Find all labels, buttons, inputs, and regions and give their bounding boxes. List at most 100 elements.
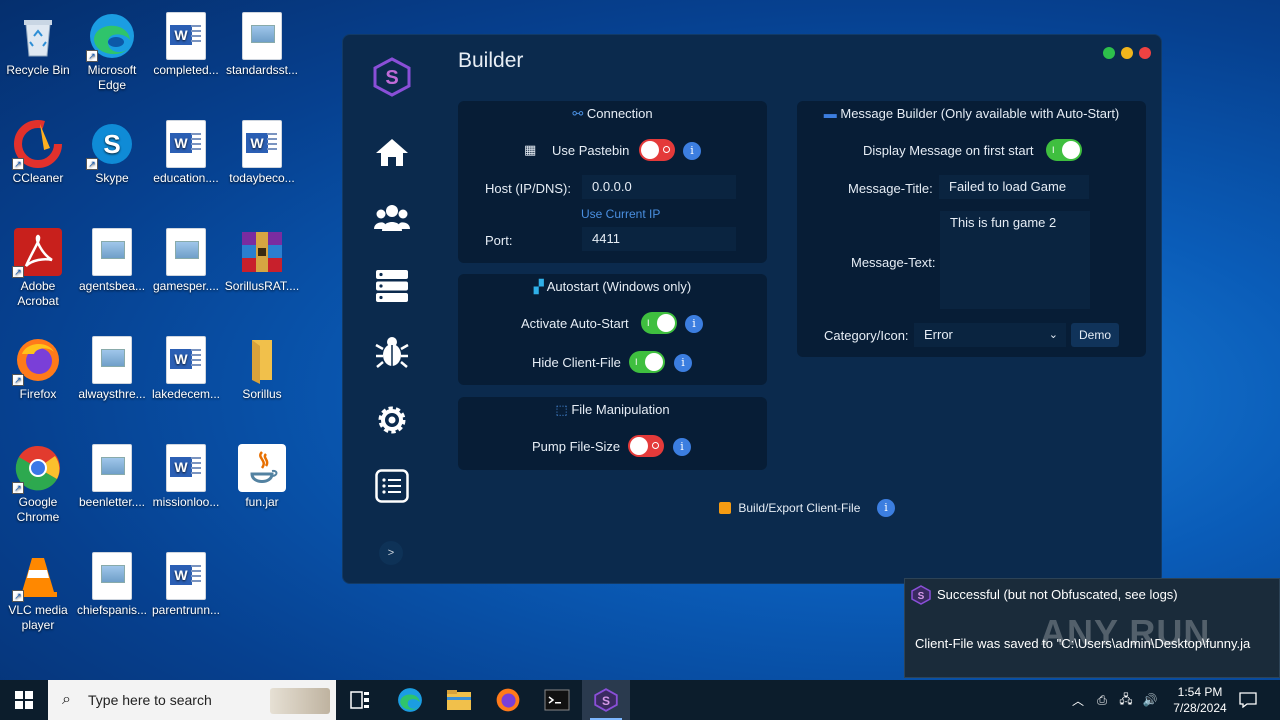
ccleaner-icon: ↗ xyxy=(12,120,62,170)
java-jar-icon xyxy=(238,444,286,492)
volume-icon[interactable]: 🔊 xyxy=(1140,680,1160,720)
desktop-icon-chiefspanis[interactable]: chiefspanis... xyxy=(74,546,150,618)
build-info-icon[interactable]: i xyxy=(877,499,895,517)
port-label: Port: xyxy=(485,233,513,248)
desktop-icon-microsoft-edge[interactable]: ↗ Microsoft Edge xyxy=(74,6,150,93)
desktop-icon-vlc[interactable]: ↗ VLC media player xyxy=(0,546,76,633)
chevron-down-icon: ⌄ xyxy=(1048,329,1058,341)
start-button[interactable] xyxy=(0,680,48,720)
nav-settings[interactable] xyxy=(373,401,411,439)
folder-icon xyxy=(238,336,286,384)
desktop-icon-todaybeco[interactable]: W todaybeco... xyxy=(224,114,300,186)
task-view-button[interactable] xyxy=(336,680,384,720)
message-builder-title: ▬ Message Builder (Only available with A… xyxy=(823,106,1120,121)
shortcut-arrow-icon: ↗ xyxy=(12,158,24,170)
taskbar-search-box[interactable]: ⌕ Type here to search xyxy=(48,680,336,720)
message-title-input[interactable]: Failed to load Game xyxy=(939,175,1089,199)
taskbar-firefox[interactable] xyxy=(484,680,532,720)
nav-servers[interactable] xyxy=(373,267,411,305)
desktop-icon-alwaysthre[interactable]: alwaysthre... xyxy=(74,330,150,402)
close-button[interactable] xyxy=(1139,47,1151,59)
folder-icon xyxy=(447,690,471,710)
taskbar-edge[interactable] xyxy=(386,680,434,720)
desktop-icon-ccleaner[interactable]: ↗ CCleaner xyxy=(0,114,76,186)
shortcut-arrow-icon: ↗ xyxy=(12,590,24,602)
image-file-icon xyxy=(92,444,132,492)
network-icon[interactable]: 🖧 xyxy=(1116,680,1136,720)
nav-logs[interactable] xyxy=(373,467,411,505)
notifications-icon[interactable] xyxy=(1232,680,1264,720)
nav-builder[interactable] xyxy=(373,333,411,371)
build-export-button[interactable]: Build/Export Client-File xyxy=(719,500,860,516)
pump-info-icon[interactable]: i xyxy=(673,438,691,456)
message-text-area[interactable]: This is fun game 2 xyxy=(940,211,1090,309)
taskbar-clock[interactable]: 1:54 PM 7/28/2024 xyxy=(1160,684,1240,716)
maximize-button[interactable] xyxy=(1103,47,1115,59)
app-logo-icon: S xyxy=(373,57,411,97)
server-stack-icon xyxy=(376,270,408,302)
use-pastebin-toggle[interactable] xyxy=(639,139,675,161)
list-icon xyxy=(375,469,409,503)
desktop-icon-standardsst[interactable]: standardsst... xyxy=(224,6,300,78)
desktop-icon-label: Adobe Acrobat xyxy=(17,279,59,308)
hide-file-info-icon[interactable]: i xyxy=(674,354,692,372)
desktop-icon-gamesper[interactable]: gamesper.... xyxy=(148,222,224,294)
windows-logo-icon xyxy=(15,691,33,709)
desktop-icon-lakedecem[interactable]: W lakedecem... xyxy=(148,330,224,402)
display-message-toggle[interactable]: I xyxy=(1046,139,1082,161)
port-input[interactable]: 4411 xyxy=(582,227,736,251)
pastebin-info-icon[interactable]: i xyxy=(683,142,701,160)
skype-icon: S ↗ xyxy=(86,120,136,170)
toast-title: Successful (but not Obfuscated, see logs… xyxy=(937,587,1178,602)
desktop-icon-sorillus-folder[interactable]: Sorillus xyxy=(224,330,300,402)
desktop-icon-education[interactable]: W education.... xyxy=(148,114,224,186)
desktop-icon-label: education.... xyxy=(153,171,219,185)
use-current-ip-link[interactable]: Use Current IP xyxy=(581,207,660,221)
taskbar-file-explorer[interactable] xyxy=(435,680,483,720)
edge-icon: ↗ xyxy=(86,12,136,62)
taskbar-sorillus[interactable]: S xyxy=(582,680,630,720)
desktop-icon-beenletter[interactable]: beenletter.... xyxy=(74,438,150,510)
desktop-icon-label: Sorillus xyxy=(242,387,282,401)
desktop-icon-agentsbea[interactable]: agentsbea... xyxy=(74,222,150,294)
nav-clients[interactable] xyxy=(373,199,411,237)
hide-client-file-toggle[interactable]: I xyxy=(629,351,665,373)
activate-autostart-toggle[interactable]: I xyxy=(641,312,677,334)
demo-button[interactable]: Demo xyxy=(1071,323,1119,347)
desktop-icon-label: VLC media player xyxy=(8,603,68,632)
word-document-icon: W xyxy=(166,444,206,492)
desktop-icon-label: Recycle Bin xyxy=(6,63,70,77)
desktop-icon-fun-jar[interactable]: fun.jar xyxy=(224,438,300,510)
category-select[interactable]: Error ⌄ xyxy=(914,323,1066,347)
desktop-icon-skype[interactable]: S ↗ Skype xyxy=(74,114,150,186)
desktop-icon-label: completed... xyxy=(153,63,219,77)
link-icon: ⚯ xyxy=(572,106,584,121)
tray-app-icon[interactable]: ⎙ xyxy=(1092,680,1112,720)
tray-overflow-chevron-icon[interactable]: ︿ xyxy=(1068,680,1088,720)
desktop-icon-adobe-acrobat[interactable]: ↗ Adobe Acrobat xyxy=(0,222,76,309)
image-file-icon xyxy=(92,228,132,276)
bug-icon xyxy=(375,337,409,368)
sidebar-expand-button[interactable]: > xyxy=(379,541,403,565)
firefox-icon: ↗ xyxy=(12,336,62,386)
taskbar-terminal[interactable] xyxy=(533,680,581,720)
desktop-icon-recycle-bin[interactable]: Recycle Bin xyxy=(0,6,76,78)
pump-file-size-toggle[interactable] xyxy=(628,435,664,457)
anyrun-watermark: ANY RUN xyxy=(1040,612,1211,653)
desktop-icon-sorillusrat[interactable]: SorillusRAT.... xyxy=(224,222,300,294)
desktop-icon-google-chrome[interactable]: ↗ Google Chrome xyxy=(0,438,76,525)
desktop-icon-firefox[interactable]: ↗ Firefox xyxy=(0,330,76,402)
builder-window: S > Builder ⚯ Connection ▦ Use Pastebin … xyxy=(342,34,1162,584)
nav-home[interactable] xyxy=(373,133,411,171)
minimize-button[interactable] xyxy=(1121,47,1133,59)
host-input[interactable]: 0.0.0.0 xyxy=(582,175,736,199)
autostart-info-icon[interactable]: i xyxy=(685,315,703,333)
desktop-icon-missionloo[interactable]: W missionloo... xyxy=(148,438,224,510)
desktop-icon-parentrunn[interactable]: W parentrunn... xyxy=(148,546,224,618)
gear-icon xyxy=(378,406,406,434)
desktop-icon-label: standardsst... xyxy=(225,63,299,77)
desktop-icon-completed[interactable]: W completed... xyxy=(148,6,224,78)
desktop-icon-label: lakedecem... xyxy=(151,387,221,401)
shortcut-arrow-icon: ↗ xyxy=(12,266,24,278)
build-icon xyxy=(719,502,731,514)
